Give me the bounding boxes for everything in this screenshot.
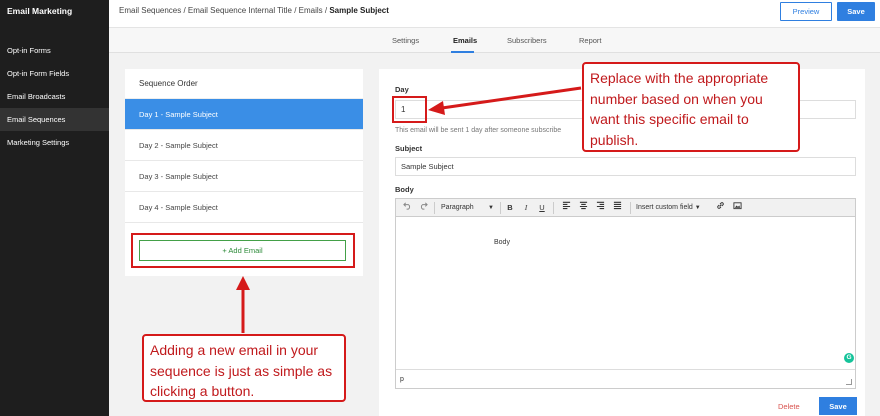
arrow-to-day-input (441, 86, 582, 110)
arrowhead-day-input-icon (428, 101, 445, 115)
callout-day-hint: Replace with the appropriate number base… (582, 62, 800, 152)
arrowhead-add-email-icon (236, 276, 250, 290)
callout-add-email-hint: Adding a new email in your sequence is j… (142, 334, 346, 402)
